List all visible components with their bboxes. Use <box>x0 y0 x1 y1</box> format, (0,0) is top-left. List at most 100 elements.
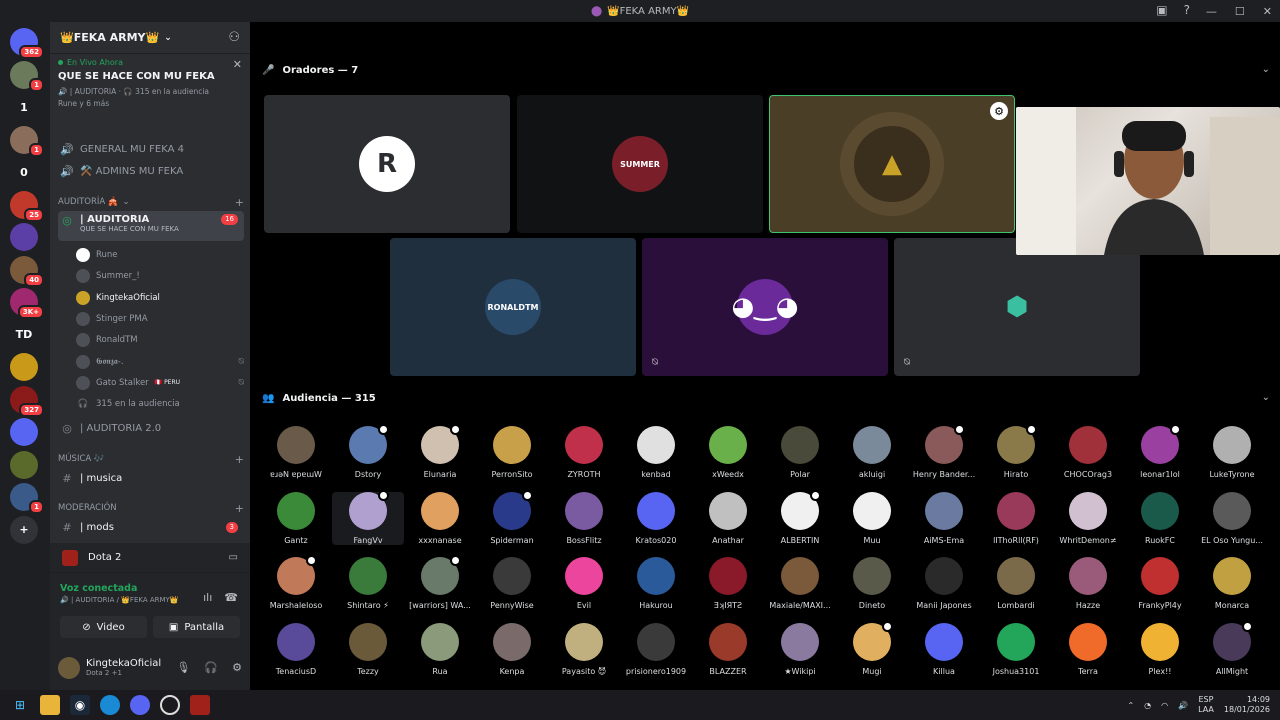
channel-auditoria-active[interactable]: ◎ | AUDITORIA QUE SE HACE CON MU FEKA 16 <box>58 211 244 241</box>
audience-member[interactable]: Lombardi <box>980 557 1052 610</box>
minimize-button[interactable]: — <box>1206 5 1217 18</box>
audience-member[interactable]: FangVv <box>332 489 404 545</box>
windows-start-icon[interactable]: ⊞ <box>10 695 30 715</box>
voice-member[interactable]: RonaldTM <box>76 330 244 350</box>
chevron-down-icon[interactable]: ⌄ <box>1262 64 1270 75</box>
voice-member[interactable]: 𝕲𝖔𝖓𝖟𝖆-. ⍉ <box>76 352 244 372</box>
audience-member[interactable]: RuokFC <box>1124 491 1196 545</box>
obs-icon[interactable] <box>160 695 180 715</box>
server-icon[interactable]: 1 <box>10 125 44 157</box>
audience-member[interactable]: TenaciusD <box>260 622 332 676</box>
audience-member[interactable]: Terra <box>1052 622 1124 676</box>
close-window-button[interactable]: ✕ <box>1263 5 1272 18</box>
voice-member[interactable]: Gato Stalker 🇵🇪 PERU ⍉ <box>76 373 244 393</box>
audience-member[interactable]: Manii Japones <box>908 557 980 610</box>
server-icon[interactable] <box>10 223 38 251</box>
server-icon[interactable]: 3K+ <box>10 288 44 319</box>
wifi-icon[interactable]: ◠ <box>1161 701 1168 710</box>
audience-member[interactable]: Maxiale/MAXI... <box>764 557 836 610</box>
clock[interactable]: 14:09 18/01/2026 <box>1224 695 1270 715</box>
channel-auditoria2[interactable]: ◎ | AUDITORIA 2.0 <box>58 418 244 438</box>
audience-member[interactable]: xWeedx <box>692 426 764 479</box>
audience-member[interactable]: Payasito 😈 <box>548 622 620 676</box>
server-icon[interactable]: 1 <box>10 60 44 92</box>
server-icon[interactable] <box>10 418 38 446</box>
headphones-icon[interactable]: 🎧 <box>204 661 218 674</box>
audience-member[interactable]: ALBERTIN <box>764 489 836 545</box>
signal-icon[interactable]: ılı <box>203 591 212 604</box>
video-button[interactable]: ⊘ Video <box>60 616 147 638</box>
voice-member[interactable]: Stinger PMA <box>76 309 244 329</box>
screen-share-button[interactable]: ▣ Pantalla <box>153 616 240 638</box>
stream-icon[interactable]: ▭ <box>229 552 238 563</box>
audience-member[interactable]: Shintaro ⚡ <box>332 557 404 610</box>
edge-icon[interactable] <box>100 695 120 715</box>
gear-icon[interactable]: ⚙ <box>232 661 242 674</box>
audience-member[interactable]: Hirato <box>980 424 1052 479</box>
server-icon[interactable]: 362 <box>10 28 44 59</box>
steam-icon[interactable]: ◉ <box>70 695 90 715</box>
speaker-tile[interactable]: ⬢ ⍉ <box>894 238 1140 376</box>
audience-member[interactable]: [warriors] WA... <box>404 555 476 610</box>
server-icon[interactable]: 1 <box>10 483 44 514</box>
audience-member[interactable]: BossFlitz <box>548 491 620 545</box>
channel-mods[interactable]: # | mods 3 <box>58 517 244 537</box>
add-channel-icon[interactable]: + <box>235 453 244 466</box>
audience-member[interactable]: Dstory <box>332 424 404 479</box>
audience-member[interactable]: Plex!! <box>1124 622 1196 676</box>
audience-member[interactable]: Anathar <box>692 491 764 545</box>
server-icon[interactable]: 40 <box>10 255 44 287</box>
server-icon[interactable]: 327 <box>10 385 44 417</box>
server-icon[interactable] <box>10 450 38 479</box>
audience-member[interactable]: prisionero1909 <box>620 622 692 676</box>
activity-panel[interactable]: Dota 2 ▭ <box>50 543 250 573</box>
server-icon[interactable]: + <box>10 515 38 544</box>
channel-musica[interactable]: # | musica <box>58 468 244 488</box>
audience-member[interactable]: AllMight <box>1196 620 1268 676</box>
audience-member[interactable]: PennyWise <box>476 557 548 610</box>
audience-member[interactable]: Hazze <box>1052 557 1124 610</box>
voice-member[interactable]: KingtekaOficial <box>76 288 244 308</box>
server-icon[interactable]: TD <box>10 320 38 349</box>
audience-member[interactable]: FrankyPl4y <box>1124 557 1196 610</box>
audience-member[interactable]: akluigi <box>836 426 908 479</box>
audience-member[interactable]: Kenpa <box>476 622 548 676</box>
server-icon[interactable]: 1 <box>10 93 38 121</box>
speaker-tile[interactable]: SUMMER <box>517 95 763 233</box>
audience-member[interactable]: ★Wikipi <box>764 622 836 676</box>
category-musica[interactable]: MÚSICA 🎶 + <box>58 452 244 466</box>
add-member-icon[interactable]: ⚇ <box>228 30 240 45</box>
audience-count-row[interactable]: 🎧 315 en la audiencia <box>76 394 244 414</box>
audience-member[interactable]: EL Oso Yungu... <box>1196 491 1268 545</box>
audience-member[interactable]: BLAZZER <box>692 622 764 676</box>
speaker-tile[interactable]: R <box>264 95 510 233</box>
chevron-down-icon[interactable]: ⌄ <box>1262 392 1270 403</box>
maximize-button[interactable]: ☐ <box>1235 5 1245 18</box>
voice-member[interactable]: Summer_! <box>76 266 244 286</box>
audience-member[interactable]: Mugi <box>836 620 908 676</box>
audience-member[interactable]: Monarca <box>1196 557 1268 610</box>
audience-member[interactable]: Muu <box>836 491 908 545</box>
audience-member[interactable]: Rua <box>404 622 476 676</box>
add-channel-icon[interactable]: + <box>235 196 244 209</box>
inbox-icon[interactable]: ▣ <box>1156 3 1167 17</box>
dota-icon[interactable] <box>190 695 210 715</box>
audience-member[interactable]: Tezzy <box>332 622 404 676</box>
webcam-video[interactable] <box>1016 107 1280 255</box>
channel-general[interactable]: 🔊 GENERAL MU FEKA 4 <box>58 139 244 159</box>
server-icon[interactable] <box>10 353 38 381</box>
channel-admins[interactable]: 🔊 ⚒️ ADMINS MU FEKA <box>58 161 244 181</box>
help-icon[interactable]: ? <box>1184 3 1190 17</box>
voice-member[interactable]: Rune <box>76 245 244 265</box>
audience-header[interactable]: 👥 Audiencia — 315 <box>262 388 376 408</box>
speaker-tile[interactable]: ◕‿◕ ⍉ <box>642 238 888 376</box>
audience-member[interactable]: Joshua3101 <box>980 622 1052 676</box>
microphone-icon[interactable]: 🎙 <box>176 661 190 674</box>
category-moderacion[interactable]: MODERACIÓN + <box>58 501 244 515</box>
audience-member[interactable]: leonar1lol <box>1124 424 1196 479</box>
discord-icon[interactable] <box>130 695 150 715</box>
audience-member[interactable]: lIThoRll(RF) <box>980 491 1052 545</box>
audience-member[interactable]: Killua <box>908 622 980 676</box>
audience-member[interactable]: AiMS-Ema <box>908 491 980 545</box>
volume-icon[interactable]: 🔊 <box>1178 701 1188 710</box>
